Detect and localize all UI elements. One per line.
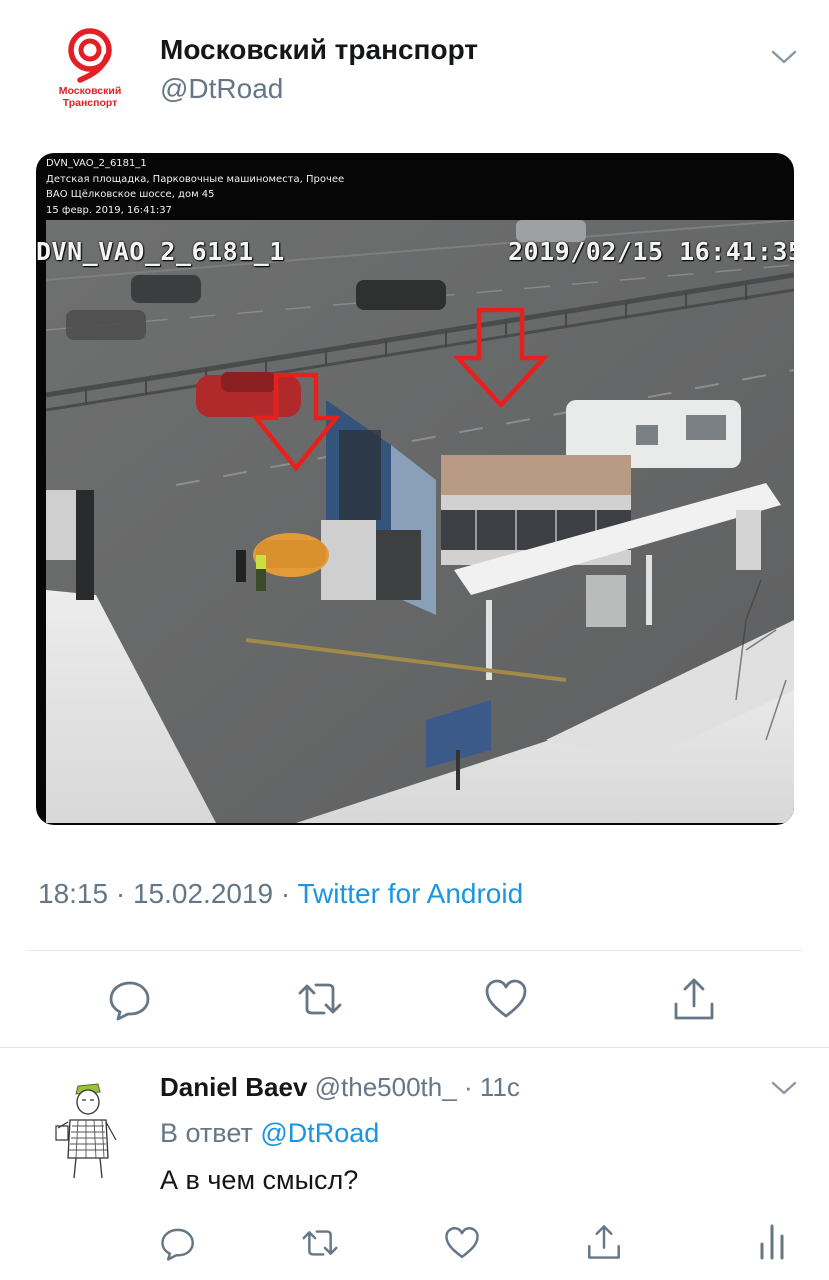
divider xyxy=(0,1047,829,1048)
logo-line2: Транспорт xyxy=(63,97,118,109)
meta-separator: · xyxy=(280,878,291,909)
tweet-date[interactable]: 15.02.2019 xyxy=(133,878,273,909)
author-name[interactable]: Московский транспорт xyxy=(160,34,478,66)
meta-separator: · xyxy=(463,1072,473,1102)
reply-share-button[interactable] xyxy=(584,1222,624,1262)
camera-info-block: DVN_VAO_2_6181_1 Детская площадка, Парко… xyxy=(46,156,344,218)
retweet-icon xyxy=(298,983,342,1015)
author-avatar[interactable]: Московский Транспорт xyxy=(40,14,140,120)
chevron-down-icon[interactable] xyxy=(770,1078,798,1098)
retweet-icon xyxy=(302,1230,338,1256)
camera-id-overlay: DVN_VAO_2_6181_1 xyxy=(36,237,285,266)
chevron-down-icon[interactable] xyxy=(770,47,798,67)
in-reply-to: В ответ @DtRoad xyxy=(160,1118,379,1149)
reply-analytics-button[interactable] xyxy=(752,1222,792,1262)
reply-author-avatar[interactable] xyxy=(50,1078,126,1182)
reply-reply-button[interactable] xyxy=(158,1223,198,1263)
share-icon xyxy=(674,978,714,1020)
author-handle[interactable]: @DtRoad xyxy=(160,73,283,105)
camera-info-line: Детская площадка, Парковочные машиномест… xyxy=(46,173,345,185)
reply-icon xyxy=(109,981,150,1021)
moscow-transport-logo: Московский Транспорт xyxy=(42,14,138,110)
reply-header: Daniel Baev @the500th_ · 11с xyxy=(160,1072,520,1103)
reply-author-handle[interactable]: @the500th_ xyxy=(315,1072,457,1102)
reply-text: А в чем смысл? xyxy=(160,1165,359,1195)
tweet-media-image[interactable]: DVN_VAO_2_6181_1 Детская площадка, Парко… xyxy=(36,153,794,825)
tweet-meta: 18:15 · 15.02.2019 · Twitter for Android xyxy=(38,878,523,910)
tweet-source-link[interactable]: Twitter for Android xyxy=(298,878,524,909)
tweet-time[interactable]: 18:15 xyxy=(38,878,108,909)
camera-info-line: ВАО Щёлковское шоссе, дом 45 xyxy=(46,189,215,200)
camera-scene xyxy=(46,220,794,823)
like-button[interactable] xyxy=(482,975,530,1023)
reply-author-name[interactable]: Daniel Baev xyxy=(160,1072,307,1102)
reply-button[interactable] xyxy=(106,975,154,1023)
camera-info-line: DVN_VAO_2_6181_1 xyxy=(46,158,147,169)
sketch-avatar-image xyxy=(50,1078,126,1182)
reply-icon xyxy=(161,1228,194,1261)
camera-timestamp-overlay: 2019/02/15 16:41:35 xyxy=(508,237,794,266)
meta-separator: · xyxy=(115,878,126,909)
like-icon xyxy=(445,1227,479,1259)
retweet-button[interactable] xyxy=(296,975,344,1023)
logo-line1: Московский xyxy=(59,85,122,97)
in-reply-to-mention[interactable]: @DtRoad xyxy=(260,1118,379,1148)
reply-retweet-button[interactable] xyxy=(300,1223,340,1263)
reply-age[interactable]: 11с xyxy=(480,1072,520,1102)
in-reply-to-label: В ответ xyxy=(160,1118,253,1148)
divider xyxy=(27,950,802,951)
like-icon xyxy=(485,979,527,1018)
share-button[interactable] xyxy=(670,975,718,1023)
share-icon xyxy=(588,1225,620,1259)
analytics-icon xyxy=(760,1224,784,1260)
reply-like-button[interactable] xyxy=(442,1223,482,1263)
camera-info-line: 15 февр. 2019, 16:41:37 xyxy=(46,204,172,216)
